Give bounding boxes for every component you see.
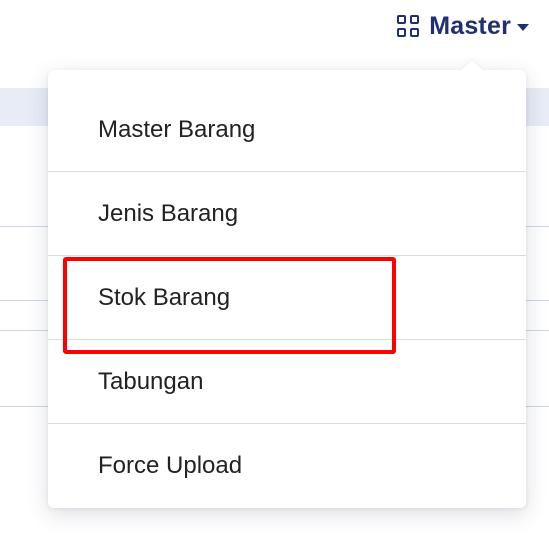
menu-item-master-barang[interactable]: Master Barang xyxy=(48,88,526,172)
menu-item-force-upload[interactable]: Force Upload xyxy=(48,424,526,508)
menu-item-stok-barang[interactable]: Stok Barang xyxy=(48,256,526,340)
menu-item-label: Jenis Barang xyxy=(98,199,239,227)
grid-icon xyxy=(397,15,420,37)
nav-master-label: Master xyxy=(429,11,511,40)
menu-item-label: Force Upload xyxy=(98,452,243,479)
menu-list: Master Barang Jenis Barang Stok Barang T… xyxy=(48,70,526,508)
menu-item-label: Master Barang xyxy=(98,115,256,143)
menu-item-label: Stok Barang xyxy=(98,283,231,311)
menu-item-tabungan[interactable]: Tabungan xyxy=(48,340,526,424)
menu-item-label: Tabungan xyxy=(98,367,204,395)
screen: Master Master Barang Jenis Barang Stok B… xyxy=(0,0,549,554)
dropdown-arrow xyxy=(460,60,484,71)
nav-master-dropdown-toggle[interactable]: Master xyxy=(397,6,529,46)
menu-item-jenis-barang[interactable]: Jenis Barang xyxy=(48,172,526,256)
caret-down-icon xyxy=(517,23,529,31)
master-dropdown-menu: Master Barang Jenis Barang Stok Barang T… xyxy=(48,60,526,508)
